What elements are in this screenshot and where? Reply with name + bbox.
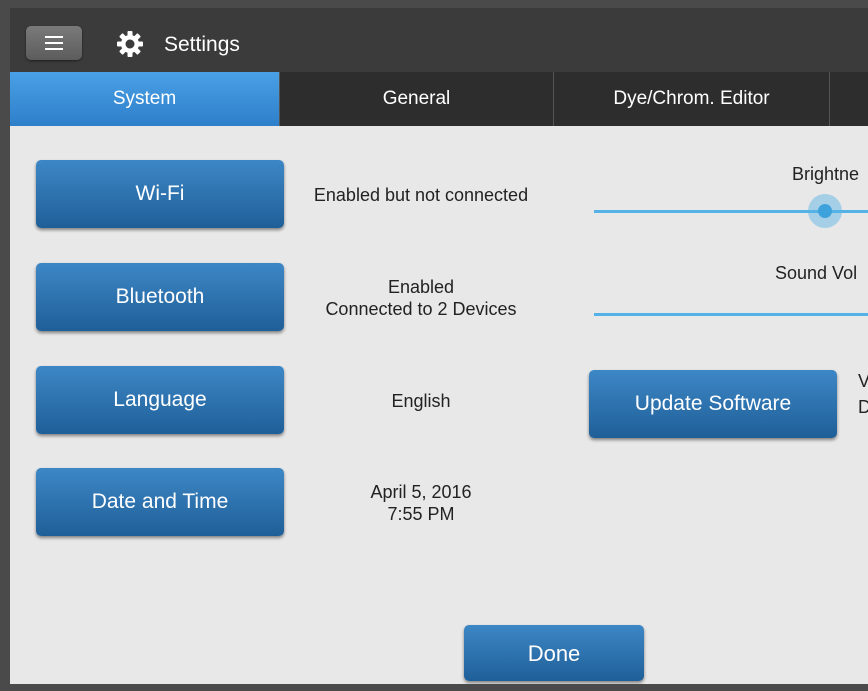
gear-icon xyxy=(117,31,143,57)
bluetooth-status-line2: Connected to 2 Devices xyxy=(325,299,517,319)
date-time-button[interactable]: Date and Time xyxy=(36,468,284,536)
date-value: April 5, 2016 xyxy=(370,482,472,502)
version-text-fragment: V xyxy=(858,371,868,391)
language-status: English xyxy=(391,391,451,411)
menu-button[interactable] xyxy=(26,26,82,60)
date-time-status: April 5, 2016 7:55 PM xyxy=(286,481,556,525)
wifi-status: Enabled but not connected xyxy=(313,185,529,205)
time-value: 7:55 PM xyxy=(387,504,455,524)
date-text-fragment: D xyxy=(858,397,868,417)
hamburger-menu-icon xyxy=(45,36,63,38)
wifi-button[interactable]: Wi-Fi xyxy=(36,160,284,228)
bluetooth-button[interactable]: Bluetooth xyxy=(36,263,284,331)
tab-system[interactable]: System xyxy=(10,72,280,126)
tab-general[interactable]: General xyxy=(280,72,554,126)
done-button[interactable]: Done xyxy=(464,625,644,681)
title-bar: Settings xyxy=(10,8,868,72)
sound-volume-label: Sound Vol xyxy=(775,263,858,283)
tab-dye-chrom-editor[interactable]: Dye/Chrom. Editor xyxy=(554,72,830,126)
bluetooth-status: Enabled Connected to 2 Devices xyxy=(286,276,556,320)
settings-window: Settings System General Dye/Chrom. Edito… xyxy=(10,8,868,684)
brightness-slider-thumb[interactable] xyxy=(808,194,842,228)
tab-overflow[interactable] xyxy=(830,72,868,126)
page-title: Settings xyxy=(164,33,240,56)
sound-volume-slider-track[interactable] xyxy=(594,313,868,316)
brightness-label: Brightne xyxy=(792,164,860,184)
language-button[interactable]: Language xyxy=(36,366,284,434)
tab-bar: System General Dye/Chrom. Editor xyxy=(10,72,868,126)
bluetooth-status-line1: Enabled xyxy=(387,277,455,297)
update-software-button[interactable]: Update Software xyxy=(589,370,837,438)
